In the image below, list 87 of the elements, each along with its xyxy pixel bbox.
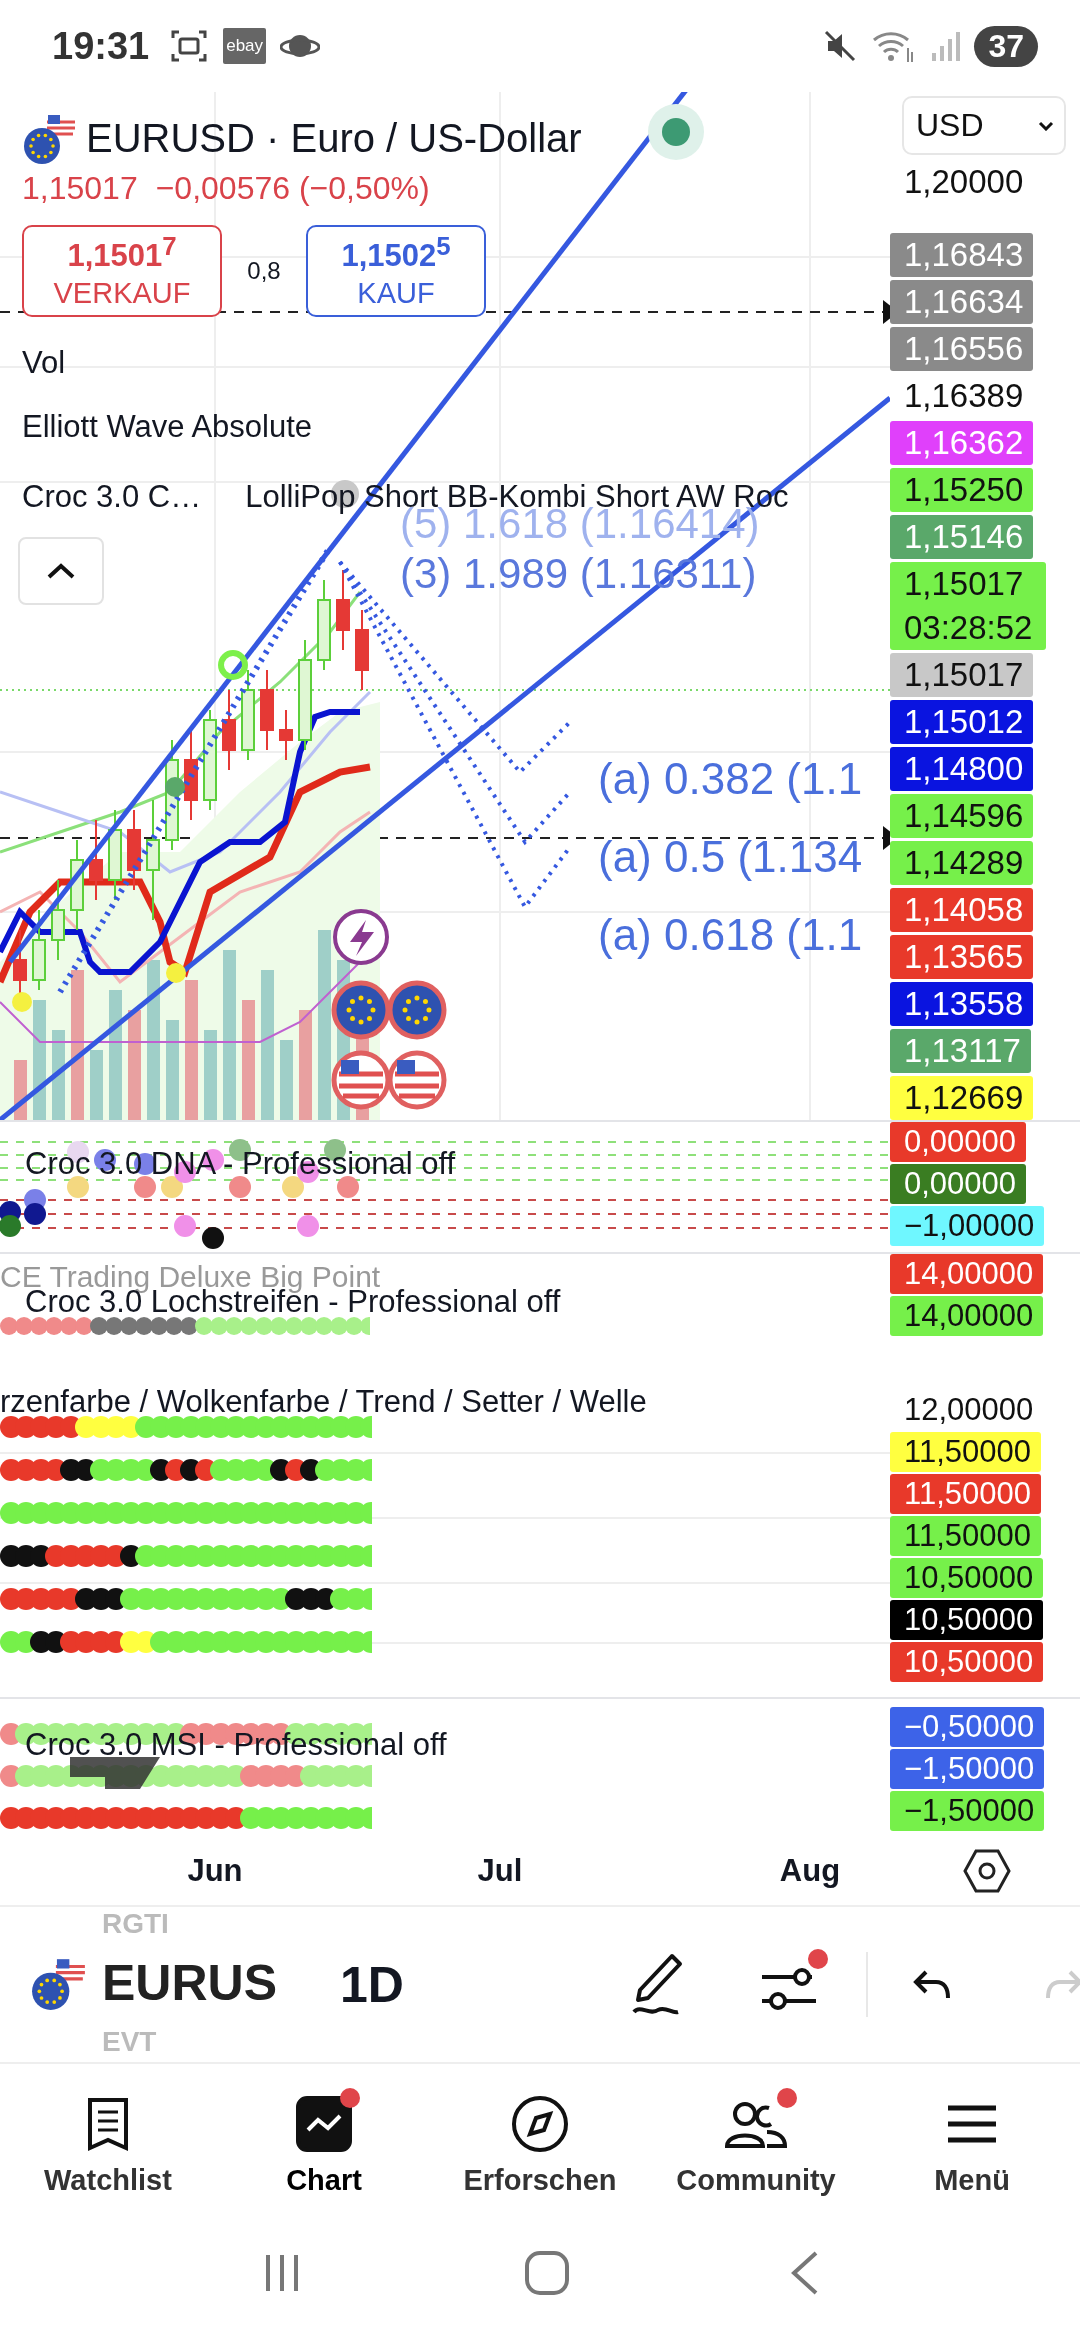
signal-marker	[165, 777, 185, 797]
price-label: 1,14800	[890, 747, 1034, 791]
fibonacci-label: (a) 0.5 (1.134	[598, 832, 863, 882]
nav-tab[interactable]: Erforschen	[432, 2064, 648, 2226]
us-flag-icon	[387, 1050, 447, 1110]
sell-button[interactable]: 1,1501$^{7}$ VERKAUF	[22, 225, 222, 317]
price-label: −1,50000	[890, 1749, 1045, 1789]
indicator-legend[interactable]: Croc 3.0 C…	[22, 479, 202, 515]
nav-tab[interactable]: Chart	[216, 2064, 432, 2226]
symbol-title: EURUSD · Euro / US-Dollar	[86, 115, 582, 161]
lightning-icon	[333, 909, 389, 965]
marker-icon	[648, 104, 704, 160]
buy-button[interactable]: 1,1502$^{5}$ KAUF	[306, 225, 486, 317]
indicator-legend[interactable]: Croc 3.0 MSI - Professional off	[25, 1727, 447, 1763]
price-label: 0,00000	[890, 1164, 1027, 1204]
pointer-icon	[883, 826, 890, 850]
indicator-legend[interactable]: Vol	[22, 345, 66, 381]
spread-value: 0,8	[246, 257, 282, 285]
price-label: 14,00000	[890, 1254, 1044, 1294]
fibonacci-label: (a) 0.382 (1.1	[598, 754, 863, 804]
price-label: 1,16389	[903, 376, 1025, 416]
price-label: 10,50000	[890, 1642, 1044, 1682]
home-icon[interactable]	[524, 2250, 570, 2296]
price-label: 1,16556	[890, 327, 1034, 371]
app-icon: ebay	[223, 28, 267, 64]
price-label: 11,50000	[890, 1432, 1041, 1472]
price-label: 1,14289	[890, 841, 1034, 885]
price-label: 10,50000	[890, 1600, 1044, 1640]
price-label: 1,15012	[890, 700, 1034, 744]
us-flag-icon	[331, 1050, 391, 1110]
interval-selector[interactable]: 1D	[340, 1955, 404, 2014]
price-label: 1,13565	[890, 935, 1034, 979]
price-label: 11,50000	[890, 1516, 1041, 1556]
time-label: Jun	[186, 1853, 244, 1889]
time-label: Jul	[476, 1853, 524, 1889]
price-label: 1,16843	[890, 233, 1034, 277]
time-label: Aug	[778, 1853, 842, 1889]
screenshot-icon	[169, 28, 210, 64]
indicator-legend[interactable]: rzenfarbe / Wolkenfarbe / Trend / Setter / Welle	[0, 1384, 647, 1420]
last-price: 1,15017	[22, 170, 138, 207]
nav-tab[interactable]: Menü	[864, 2064, 1080, 2226]
pointer-icon	[883, 300, 890, 324]
price-label: 1,14058	[890, 888, 1034, 932]
price-label: 14,00000	[890, 1296, 1044, 1336]
price-label: 1,13558	[890, 982, 1034, 1026]
price-label: 1,13117	[890, 1029, 1031, 1073]
price-change: −0,00576 (−0,50%)	[155, 170, 430, 207]
price-label: −1,00000	[890, 1206, 1045, 1246]
eu-flag-icon	[387, 980, 447, 1040]
price-label: 12,00000	[903, 1391, 1035, 1429]
symbol-selector[interactable]: EURUS	[102, 1954, 278, 2012]
collapse-button[interactable]	[18, 537, 104, 605]
price-label: 0,00000	[890, 1122, 1027, 1162]
price-label: 10,50000	[890, 1558, 1044, 1598]
price-label: 1,15250	[890, 468, 1034, 512]
signal-marker	[166, 963, 186, 983]
price-label: 1,16634	[890, 280, 1034, 324]
battery-indicator: 37	[974, 25, 1038, 67]
candlestick	[279, 709, 293, 761]
chevron-up-icon	[46, 562, 76, 580]
nav-tab[interactable]: Watchlist	[0, 2064, 216, 2226]
indicator-legend[interactable]: Croc 3.0 DNA - Professional off	[25, 1146, 456, 1182]
nav-tab[interactable]: Community	[648, 2064, 864, 2226]
price-label: 1,20000	[903, 162, 1025, 202]
chevron-down-icon	[1038, 120, 1054, 131]
eu-flag-icon	[331, 980, 391, 1040]
compass-icon	[510, 2093, 570, 2154]
back-icon[interactable]	[790, 2250, 820, 2296]
price-label: −1,50000	[890, 1791, 1045, 1831]
price-label: 1,15146	[890, 515, 1034, 559]
price-label: −0,50000	[890, 1707, 1045, 1747]
price-label: 1,15017 03:28:52	[890, 562, 1047, 650]
fibonacci-label: (a) 0.618 (1.1	[598, 910, 863, 960]
indicator-legend[interactable]: Elliott Wave Absolute	[22, 409, 313, 445]
chart-icon	[294, 2093, 354, 2154]
settings-icon[interactable]	[962, 1848, 1012, 1894]
price-label: 1,14596	[890, 794, 1034, 838]
price-label: 1,15017	[890, 653, 1034, 697]
price-label: 1,16362	[890, 421, 1034, 465]
price-label: 1,12669	[890, 1076, 1034, 1120]
price-label: 11,50000	[890, 1474, 1041, 1514]
clock: 19:31	[52, 24, 150, 68]
volume-bar	[90, 1050, 103, 1120]
currency-dropdown[interactable]: USD	[902, 96, 1066, 155]
signal-icon	[930, 29, 961, 63]
signal-marker	[218, 650, 248, 680]
signal-marker	[12, 992, 32, 1012]
